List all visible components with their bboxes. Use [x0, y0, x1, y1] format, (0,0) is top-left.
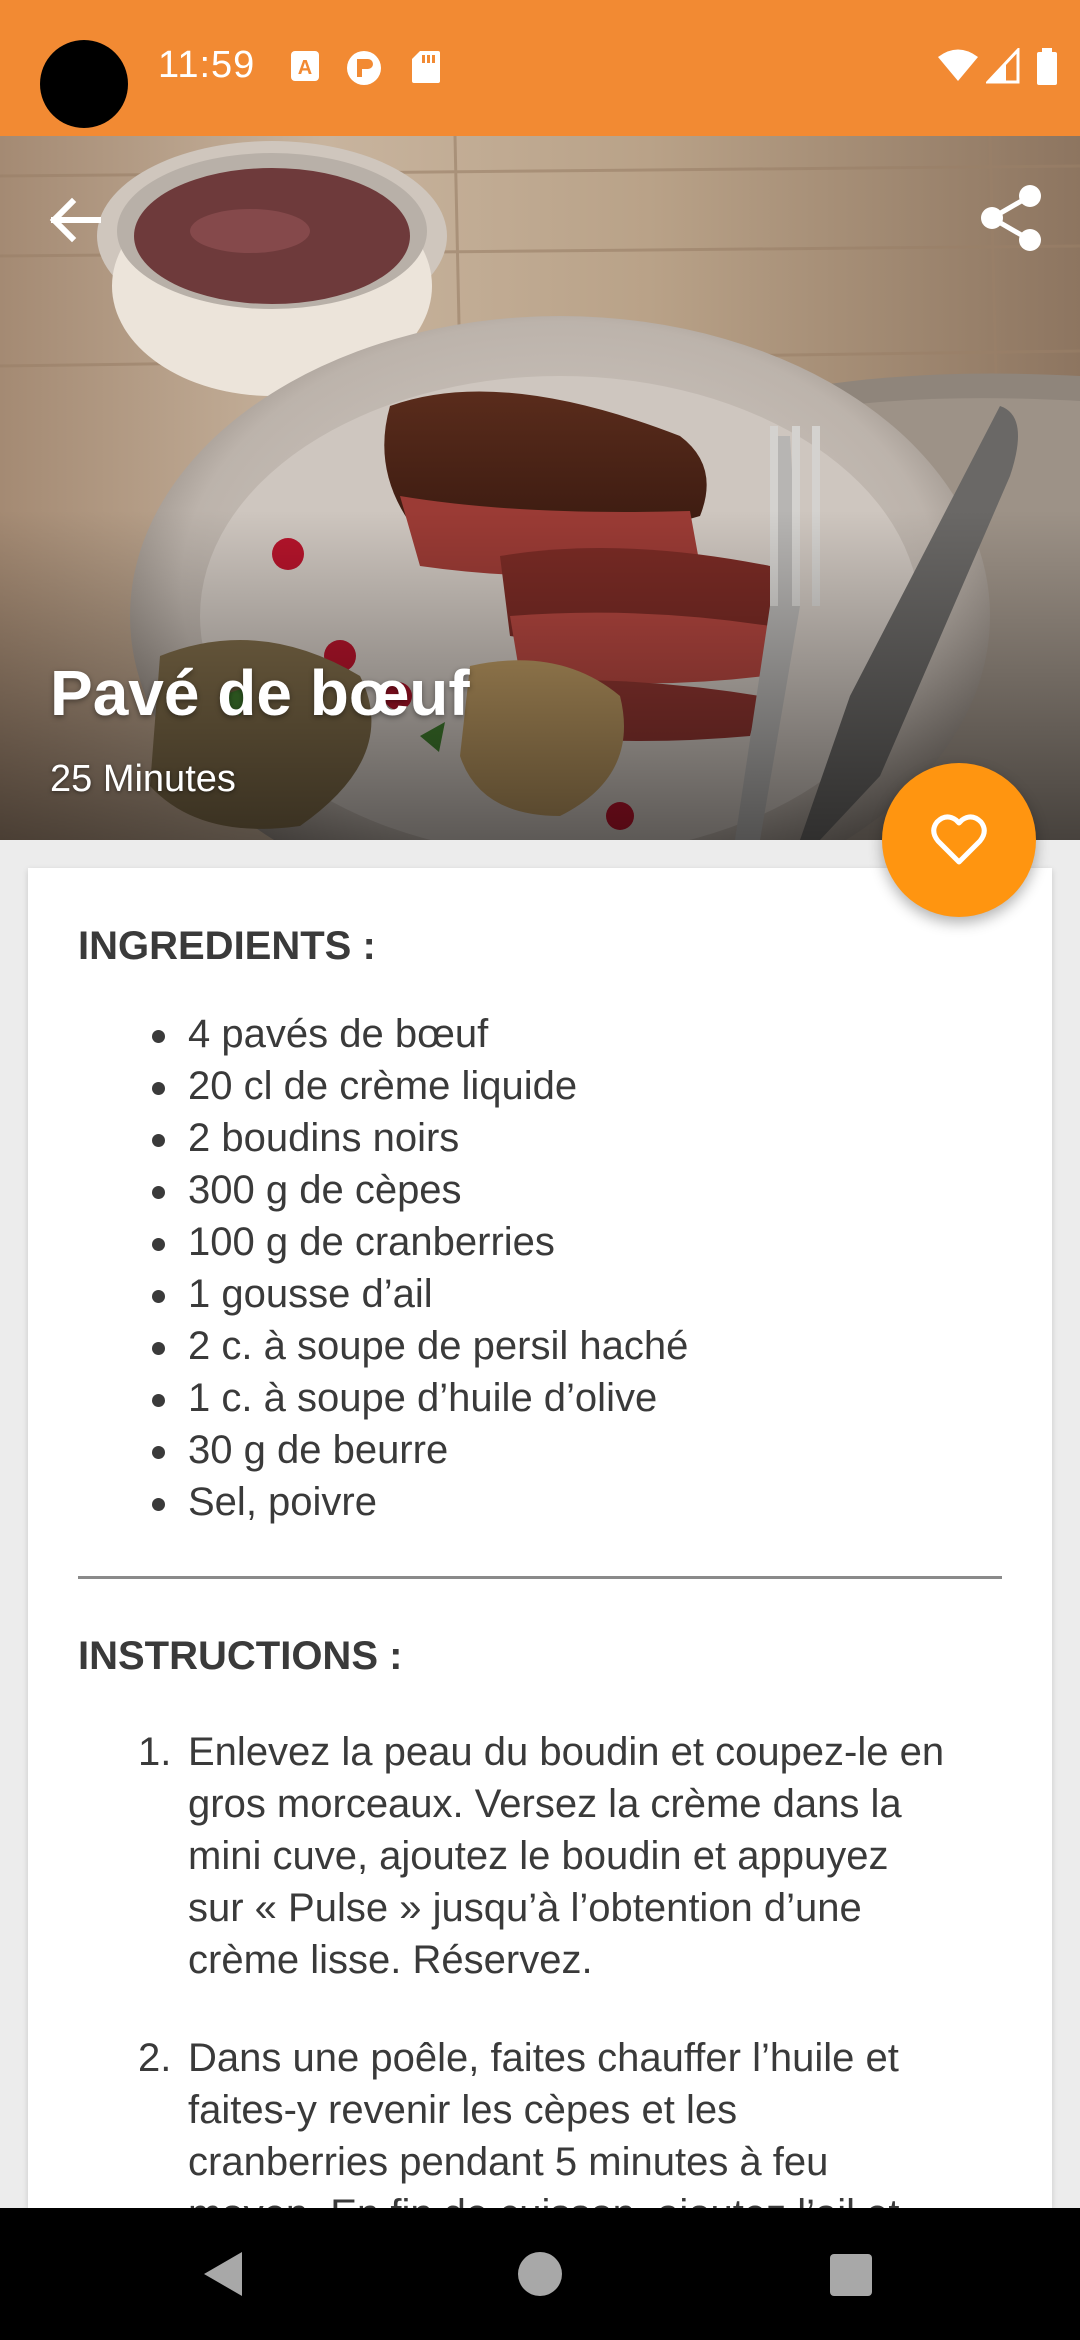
status-bar: 11:59 A [0, 0, 1080, 136]
instruction-steps: 1. Enlevez la peau du boudin et coupez-l… [28, 1726, 1052, 2208]
step-line: Dans une poêle, faites chauffer l’huile … [188, 2036, 899, 2080]
camera-cutout [40, 40, 128, 128]
share-icon[interactable] [972, 178, 1052, 258]
step-line: mini cuve, ajoutez le boudin et appuyez [188, 1834, 889, 1878]
instructions-heading: INSTRUCTIONS : [78, 1634, 403, 1678]
ingredient-item: 100 g de cranberries [28, 1216, 688, 1268]
svg-text:A: A [298, 57, 312, 79]
step-line: gros morceaux. Versez la crème dans la [188, 1782, 902, 1826]
heart-outline-icon [931, 814, 987, 865]
signal-icon [986, 48, 1020, 84]
wifi-icon [938, 49, 978, 81]
instruction-step: 1. Enlevez la peau du boudin et coupez-l… [28, 1726, 1052, 1986]
arrow-back-icon[interactable] [36, 180, 116, 260]
ingredient-item: 2 c. à soupe de persil haché [28, 1320, 688, 1372]
recipe-duration: 25 Minutes [50, 758, 236, 800]
ingredient-item: 1 c. à soupe d’huile d’olive [28, 1372, 688, 1424]
recipe-title: Pavé de bœuf [50, 657, 470, 729]
step-line: moyen. En fin de cuisson, ajoutez l’ail … [188, 2188, 1012, 2208]
ingredients-heading: INGREDIENTS : [78, 924, 376, 968]
system-navigation-bar [0, 2208, 1080, 2340]
section-divider [78, 1576, 1002, 1579]
step-line: cranberries pendant 5 minutes à feu [188, 2140, 829, 2184]
ingredient-item: 30 g de beurre [28, 1424, 688, 1476]
favorite-button[interactable] [882, 763, 1036, 917]
step-line: Enlevez la peau du boudin et coupez-le e… [188, 1730, 945, 1774]
nav-home-icon[interactable] [518, 2252, 562, 2296]
a-notification-icon: A [291, 51, 319, 81]
recipe-details-card: INGREDIENTS : 4 pavés de bœuf 20 cl de c… [28, 868, 1052, 2208]
step-line: crème lisse. Réservez. [188, 1938, 593, 1982]
ingredient-item: 20 cl de crème liquide [28, 1060, 688, 1112]
ingredient-item: 300 g de cèpes [28, 1164, 688, 1216]
ingredient-item: Sel, poivre [28, 1476, 688, 1528]
step-line: faites-y revenir les cèpes et les [188, 2088, 738, 2132]
step-number: 2. [138, 2036, 172, 2080]
status-time: 11:59 [158, 44, 256, 86]
ingredient-item: 1 gousse d’ail [28, 1268, 688, 1320]
nav-recents-icon[interactable] [830, 2254, 872, 2296]
ingredient-item: 2 boudins noirs [28, 1112, 688, 1164]
r-notification-icon [347, 51, 381, 85]
recipe-hero-image: Pavé de bœuf 25 Minutes [0, 136, 1080, 840]
nav-back-icon[interactable] [202, 2250, 244, 2298]
battery-icon [1037, 48, 1057, 85]
sd-card-icon [412, 51, 440, 83]
step-number: 1. [138, 1730, 172, 1774]
instruction-step: 2. Dans une poêle, faites chauffer l’hui… [28, 2032, 1052, 2208]
step-line: sur « Pulse » jusqu’à l’obtention d’une [188, 1886, 862, 1930]
ingredient-item: 4 pavés de bœuf [28, 1008, 688, 1060]
ingredient-list: 4 pavés de bœuf 20 cl de crème liquide 2… [28, 1008, 688, 1528]
